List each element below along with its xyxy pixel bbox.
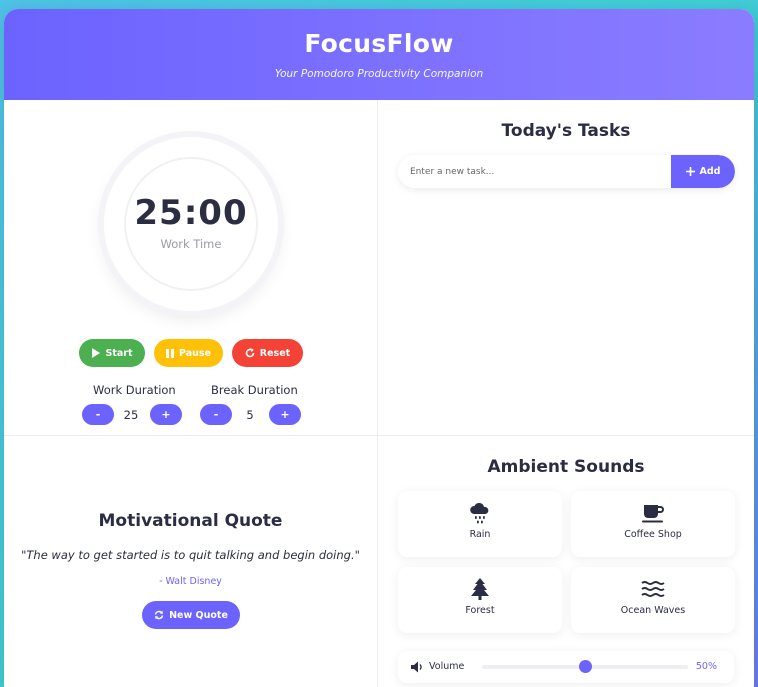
sound-card-ocean-waves[interactable]: Ocean Waves xyxy=(571,567,735,633)
break-duration-value: 5 xyxy=(246,408,254,422)
timer-mode: Work Time xyxy=(160,237,222,251)
tree-icon xyxy=(471,578,489,600)
app-title: FocusFlow xyxy=(304,29,454,58)
work-duration-value: 25 xyxy=(123,408,139,422)
timer-display: 25:00 Work Time xyxy=(124,157,258,291)
app-subtitle: Your Pomodoro Productivity Companion xyxy=(274,68,484,80)
cloud-rain-icon xyxy=(470,502,489,524)
volume-value: 50% xyxy=(695,661,717,672)
sound-card-forest[interactable]: Forest xyxy=(398,567,562,633)
timer-time: 25:00 xyxy=(134,193,248,233)
sound-label-rain: Rain xyxy=(469,529,491,540)
quote-panel: Motivational Quote "The way to get start… xyxy=(4,436,378,687)
app-window: FocusFlow Your Pomodoro Productivity Com… xyxy=(4,9,754,687)
quote-title: Motivational Quote xyxy=(98,511,283,531)
quote-text: "The way to get started is to quit talki… xyxy=(21,548,360,562)
sound-card-rain[interactable]: Rain xyxy=(398,491,562,557)
break-duration-label: Break Duration xyxy=(211,383,298,397)
volume-label: Volume xyxy=(429,661,465,672)
main-grid: 25:00 Work Time Start Pause Reset Work D… xyxy=(4,100,754,687)
timer-panel: 25:00 Work Time Start Pause Reset Work D… xyxy=(4,100,378,436)
header: FocusFlow Your Pomodoro Productivity Com… xyxy=(4,9,754,100)
volume-control: Volume 50% xyxy=(398,651,734,683)
pause-button-label: Pause xyxy=(179,347,211,359)
sound-label-coffee-shop: Coffee Shop xyxy=(624,529,682,540)
volume-thumb[interactable] xyxy=(579,660,592,673)
new-quote-button[interactable]: New Quote xyxy=(142,601,240,629)
sound-label-forest: Forest xyxy=(465,605,495,616)
new-quote-label: New Quote xyxy=(169,609,228,621)
plus-icon xyxy=(685,167,695,176)
task-input[interactable] xyxy=(398,155,671,188)
sounds-title: Ambient Sounds xyxy=(487,457,645,477)
pause-button[interactable]: Pause xyxy=(154,339,223,367)
sound-card-coffee-shop[interactable]: Coffee Shop xyxy=(571,491,735,557)
tasks-title: Today's Tasks xyxy=(501,121,631,141)
reset-button[interactable]: Reset xyxy=(232,339,303,367)
timer-circle: 25:00 Work Time xyxy=(104,137,278,311)
start-button[interactable]: Start xyxy=(79,339,145,367)
tasks-panel: Today's Tasks Add xyxy=(378,100,754,436)
volume-fill xyxy=(482,665,585,669)
coffee-icon xyxy=(642,505,664,523)
task-input-group: Add xyxy=(398,155,735,188)
add-task-label: Add xyxy=(699,166,721,177)
sound-label-ocean-waves: Ocean Waves xyxy=(620,605,686,616)
start-button-label: Start xyxy=(105,347,133,359)
add-task-button[interactable]: Add xyxy=(671,155,735,188)
work-decrease-button[interactable]: - xyxy=(82,404,114,425)
quote-author: - Walt Disney xyxy=(159,576,222,587)
volume-icon xyxy=(411,661,422,673)
sounds-panel: Ambient Sounds Rain Coffee Shop Forest O… xyxy=(378,436,754,687)
pause-icon xyxy=(166,348,174,358)
reset-button-label: Reset xyxy=(259,347,291,359)
play-icon xyxy=(92,348,101,358)
break-decrease-button[interactable]: - xyxy=(200,404,232,425)
sync-icon xyxy=(154,610,164,620)
break-increase-button[interactable]: + xyxy=(269,404,301,425)
work-increase-button[interactable]: + xyxy=(150,404,182,425)
redo-icon xyxy=(245,348,255,358)
work-duration-label: Work Duration xyxy=(93,383,176,397)
water-icon xyxy=(641,581,665,597)
volume-slider[interactable] xyxy=(482,660,688,673)
